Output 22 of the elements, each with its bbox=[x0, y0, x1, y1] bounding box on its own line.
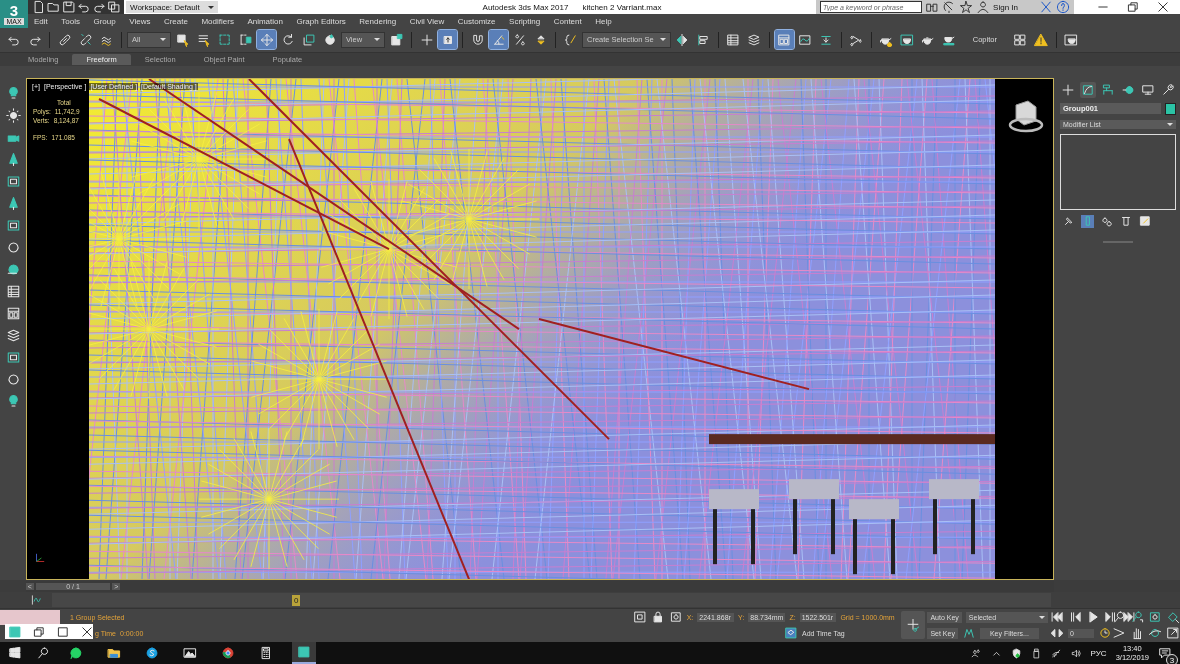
menu-item[interactable]: Create bbox=[163, 16, 188, 26]
workspace-dropdown[interactable]: Workspace: Default bbox=[126, 1, 218, 13]
menu-item[interactable]: Help bbox=[595, 16, 612, 26]
menu-item[interactable]: Views bbox=[129, 16, 151, 26]
file-name: kitchen 2 Varriant.max bbox=[582, 2, 662, 12]
menu-item[interactable]: Edit bbox=[34, 16, 48, 26]
menu-item[interactable]: Tools bbox=[61, 16, 80, 26]
menu-item[interactable]: Civil View bbox=[409, 16, 445, 26]
menu-item[interactable]: Customize bbox=[457, 16, 496, 26]
menu-item[interactable]: Graph Editors bbox=[296, 16, 346, 26]
menu-item[interactable]: Rendering bbox=[359, 16, 397, 26]
menu-item[interactable]: Modifiers bbox=[201, 16, 234, 26]
app-title: Autodesk 3ds Max 2017 bbox=[482, 2, 569, 12]
notification-count-badge: 3 bbox=[1166, 654, 1178, 664]
track-bar[interactable]: 0 bbox=[52, 593, 1051, 608]
menu-item[interactable]: Group bbox=[93, 16, 116, 26]
language-indicator[interactable]: РУС bbox=[1090, 648, 1107, 658]
sign-in-link[interactable]: Sign In bbox=[993, 2, 1018, 12]
menu-item[interactable]: Content bbox=[553, 16, 582, 26]
menu-item[interactable]: Scripting bbox=[509, 16, 541, 26]
menu-item[interactable]: Animation bbox=[247, 16, 283, 26]
frame-marker[interactable]: 0 bbox=[292, 594, 301, 606]
